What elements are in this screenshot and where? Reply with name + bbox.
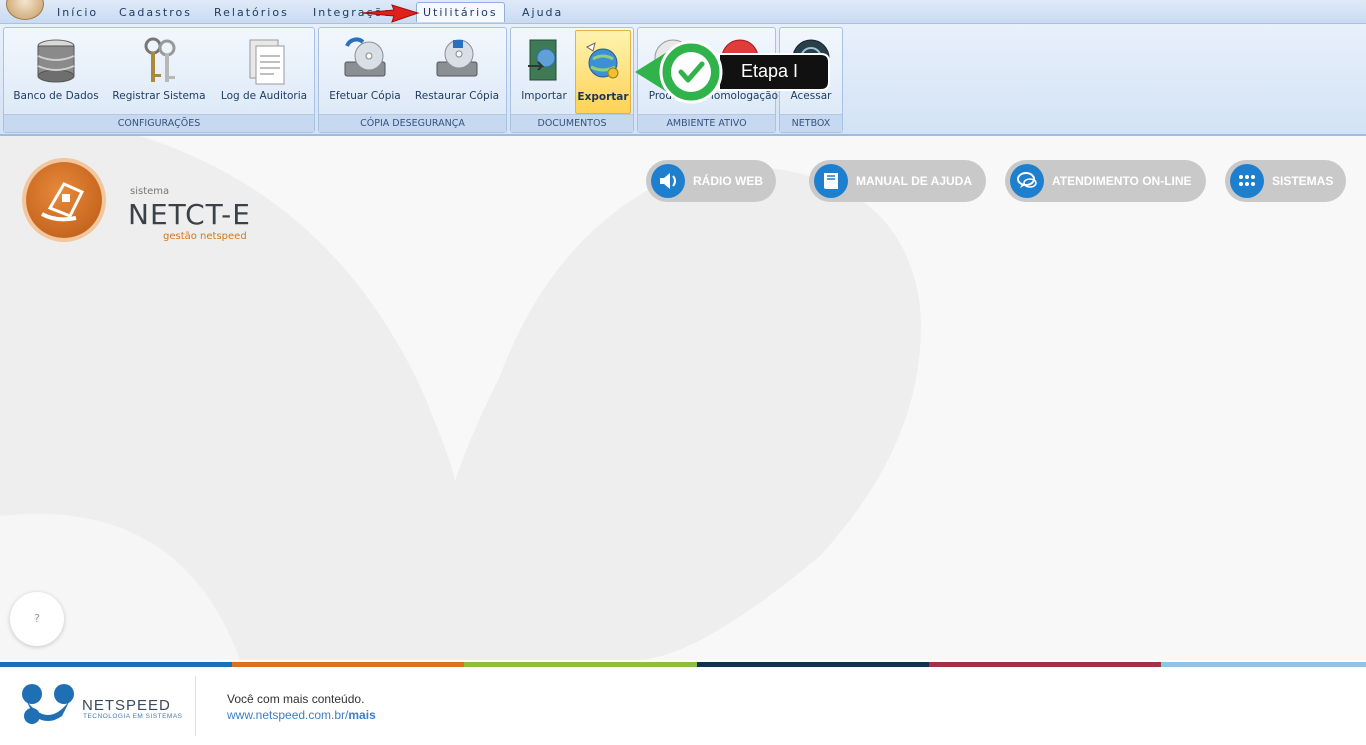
footer-link-suffix: mais: [348, 708, 376, 722]
atendimento-online-button[interactable]: ATENDIMENTO ON-LINE: [1005, 160, 1206, 202]
document-icon: [249, 39, 285, 85]
group-label-netbox: NETBOX: [780, 114, 842, 132]
menu-cadastros[interactable]: Cadastros: [119, 6, 192, 19]
manual-de-ajuda-button[interactable]: MANUAL DE AJUDA: [809, 160, 986, 202]
app-menu-orb-icon[interactable]: [6, 0, 44, 20]
footer-link[interactable]: www.netspeed.com.br/mais: [227, 708, 376, 722]
sistemas-label: SISTEMAS: [1272, 174, 1334, 188]
etapa-callout: [635, 40, 830, 104]
radio-web-button[interactable]: RÁDIO WEB: [646, 160, 776, 202]
netspeed-logo-icon: [22, 684, 74, 724]
keys-icon: [144, 37, 176, 82]
brand-title: NETCT-E: [128, 198, 251, 231]
log-de-auditoria-label: Log de Auditoria: [220, 90, 308, 102]
efetuar-copia-button[interactable]: Efetuar Cópia: [323, 30, 407, 114]
backup-disk-icon: [344, 37, 386, 77]
import-icon: [528, 39, 557, 81]
group-label-documentos: DOCUMENTOS: [511, 114, 633, 132]
registrar-sistema-button[interactable]: Registrar Sistema: [109, 30, 209, 114]
footer-divider: [195, 676, 196, 736]
annotation-arrow-icon: [361, 4, 420, 23]
footer: [0, 667, 1366, 745]
menu-inicio[interactable]: Início: [57, 6, 98, 19]
chat-icon: [1010, 164, 1044, 198]
group-documentos: Importar Exportar DOCUMENTOS: [510, 27, 634, 133]
book-icon: [814, 164, 848, 198]
menu-bar: Início Cadastros Relatórios Integrações …: [0, 0, 1366, 24]
registrar-sistema-label: Registrar Sistema: [112, 90, 206, 102]
group-label-ambiente-ativo: AMBIENTE ATIVO: [638, 114, 775, 132]
restore-disk-icon: [436, 39, 478, 77]
group-copia-seguranca: Efetuar Cópia Restaurar Cópia CÓPIA DESE…: [318, 27, 507, 133]
group-configuracoes: Banco de Dados Registrar Sistema Log de …: [3, 27, 315, 133]
database-icon: [37, 39, 75, 83]
footer-slogan: Você com mais conteúdo.: [227, 692, 365, 706]
menu-utilitarios[interactable]: Utilitários: [416, 2, 505, 22]
menu-relatorios[interactable]: Relatórios: [214, 6, 289, 19]
sistemas-button[interactable]: SISTEMAS: [1225, 160, 1346, 202]
banco-de-dados-button[interactable]: Banco de Dados: [10, 30, 102, 114]
brand-subtitle: gestão netspeed: [163, 231, 247, 242]
restaurar-copia-label: Restaurar Cópia: [414, 90, 500, 102]
exportar-label: Exportar: [577, 91, 629, 103]
app-logo-icon: [26, 162, 102, 238]
restaurar-copia-button[interactable]: Restaurar Cópia: [411, 30, 503, 114]
footer-brand: NETSPEED: [82, 697, 171, 714]
menu-ajuda[interactable]: Ajuda: [522, 6, 563, 19]
speaker-icon: [651, 164, 685, 198]
log-de-auditoria-button[interactable]: Log de Auditoria: [216, 30, 312, 114]
export-globe-icon: [586, 42, 619, 79]
radio-web-label: RÁDIO WEB: [693, 174, 763, 188]
grid-icon: [1230, 164, 1264, 198]
efetuar-copia-label: Efetuar Cópia: [329, 90, 401, 102]
footer-tagline: TECNOLOGIA EM SISTEMAS: [83, 713, 183, 720]
atendimento-online-label: ATENDIMENTO ON-LINE: [1052, 174, 1192, 188]
importar-button[interactable]: Importar: [515, 30, 573, 114]
help-button[interactable]: ?: [10, 592, 64, 646]
brand-sistema: sistema: [130, 186, 170, 197]
group-label-configuracoes: CONFIGURAÇÕES: [4, 114, 314, 132]
importar-label: Importar: [521, 90, 567, 102]
banco-de-dados-label: Banco de Dados: [13, 90, 99, 102]
etapa-label: Etapa I: [741, 61, 799, 81]
manual-de-ajuda-label: MANUAL DE AJUDA: [856, 174, 973, 188]
exportar-button[interactable]: Exportar: [575, 30, 631, 114]
footer-link-prefix: www.netspeed.com.br/: [227, 708, 349, 722]
group-label-copia-seguranca: CÓPIA DESEGURANÇA: [319, 114, 506, 132]
